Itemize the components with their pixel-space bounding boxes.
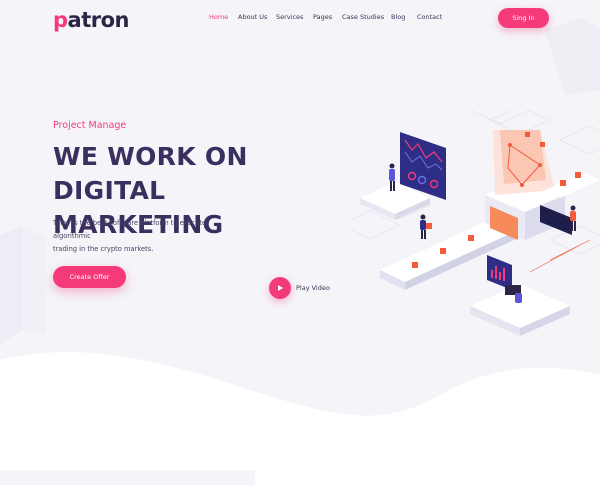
create-offer-button[interactable]: Create Offer [53,266,126,288]
hero-eyebrow: Project Manage [53,120,127,131]
subtitle-line-1: Tainy is the best software platform to e… [53,219,207,240]
play-video-label: Play Video [296,284,330,292]
nav-item-case-studies[interactable]: Case Studies [342,13,384,21]
logo-text: atron [67,8,130,32]
play-video-button[interactable]: Play Video [269,277,330,299]
logo-prefix: p [53,8,68,32]
headline-line-1: WE WORK ON DIGITAL [53,142,248,205]
hero-subtitle: Tainy is the best software platform to e… [53,217,243,256]
logo[interactable]: patron [53,8,130,32]
nav-item-about-us[interactable]: About Us [238,13,267,21]
sign-in-button[interactable]: Sing In [498,8,549,28]
nav-item-pages[interactable]: Pages [313,13,332,21]
nav-item-contact[interactable]: Contact [417,13,442,21]
nav-item-blog[interactable]: Blog [391,13,405,21]
play-icon[interactable] [269,277,291,299]
hero-illustration [350,110,600,336]
nav-item-home[interactable]: Home [209,13,228,21]
subtitle-line-2: trading in the crypto markets. [53,245,154,253]
nav-item-services[interactable]: Services [276,13,303,21]
